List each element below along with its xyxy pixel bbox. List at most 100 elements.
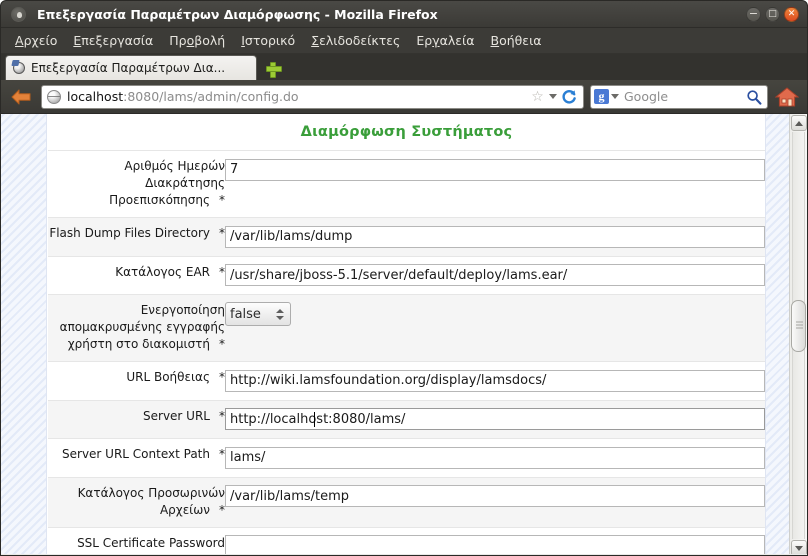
title-bar: Επεξεργασία Παραμέτρων Διαμόρφωσης - Moz…	[1, 1, 807, 28]
input-wrapper	[225, 446, 765, 469]
search-bar[interactable]: g Google	[590, 84, 768, 109]
preview-retention-days-input[interactable]	[225, 158, 765, 181]
menu-item-history[interactable]: Ιστορικό	[233, 31, 303, 50]
tab-label: Επεξεργασία Παραμέτρων Δια...	[31, 61, 226, 75]
menu-bar: Αρχείο Επεξεργασία Προβολή Ιστορικό Σελι…	[1, 28, 807, 54]
required-marker: *	[219, 226, 225, 240]
tab-active[interactable]: Επεξεργασία Παραμέτρων Δια...	[5, 55, 257, 80]
label-text: Ενεργοποίηση απομακρυσμένης εγγραφής χρή…	[59, 303, 225, 351]
required-marker: *	[219, 447, 225, 461]
menu-label-suffix: οήθεια	[499, 33, 542, 48]
page-right-stripe	[765, 114, 789, 555]
label-text: Αριθμός Ημερών Διακράτησης Προεπισκόπηση…	[109, 159, 225, 207]
required-marker: *	[219, 193, 225, 207]
label-text: URL Βοήθειας	[126, 370, 210, 384]
menu-item-help[interactable]: Βοήθεια	[483, 31, 550, 50]
required-marker: *	[219, 370, 225, 384]
scroll-up-button[interactable]	[791, 115, 807, 131]
home-icon	[775, 86, 799, 106]
vertical-scrollbar[interactable]	[789, 114, 807, 555]
home-button[interactable]	[773, 86, 801, 108]
menu-label-suffix: αλεία	[439, 33, 475, 48]
minimize-icon: −	[748, 7, 759, 20]
form-row: SSL Certificate Password	[48, 527, 765, 555]
url-dropdown-icon[interactable]	[546, 94, 559, 99]
form-row: Flash Dump Files Directory *	[48, 217, 765, 257]
form-row: Server URL *	[48, 400, 765, 439]
ear-directory-input[interactable]	[225, 264, 765, 286]
navigation-toolbar: localhost:8080/lams/admin/config.do ☆ g …	[1, 80, 807, 114]
minimize-button[interactable]: −	[746, 7, 761, 22]
form-row-label: Αριθμός Ημερών Διακράτησης Προεπισκόπηση…	[48, 151, 225, 218]
close-icon: ✕	[787, 9, 796, 19]
scrollbar-thumb[interactable]	[791, 300, 806, 352]
form-row-field	[225, 151, 765, 218]
label-text: Κατάλογος EAR	[115, 264, 210, 279]
menu-label-accel: Σ	[311, 33, 320, 48]
page-viewport: Διαμόρφωση Συστήματος Αριθμός Ημερών Δια…	[1, 114, 807, 555]
required-marker: *	[219, 408, 225, 423]
menu-item-edit[interactable]: Επεξεργασία	[65, 31, 161, 50]
close-button[interactable]: ✕	[784, 7, 799, 22]
input-wrapper	[225, 264, 765, 286]
form-row-field	[225, 256, 765, 295]
form-row-label: Server URL Context Path *	[48, 439, 225, 478]
ssl-certificate-password-input[interactable]	[225, 535, 765, 555]
url-host: localhost	[67, 89, 124, 104]
menu-label-prefix: Ερ	[416, 33, 433, 48]
search-engine-dropdown-icon[interactable]	[609, 94, 621, 99]
reload-icon[interactable]	[559, 89, 579, 105]
text-caret	[314, 411, 315, 427]
menu-item-bookmarks[interactable]: Σελιδοδείκτες	[303, 31, 408, 50]
flash-dump-files-directory-input[interactable]	[225, 225, 765, 248]
form-row: Αριθμός Ημερών Διακράτησης Προεπισκόπηση…	[48, 150, 765, 218]
page-left-stripe	[1, 114, 47, 555]
plus-icon	[266, 61, 282, 78]
search-input[interactable]: Google	[621, 89, 744, 104]
required-marker: *	[219, 502, 225, 517]
back-arrow-icon	[11, 89, 31, 104]
url-path: :8080/lams/admin/config.do	[123, 89, 299, 104]
url-bar[interactable]: localhost:8080/lams/admin/config.do ☆	[41, 84, 584, 109]
required-marker: *	[219, 337, 225, 351]
input-wrapper	[225, 158, 765, 181]
maximize-button[interactable]: □	[765, 7, 780, 22]
label-text: Κατάλογος Προσωρινών Αρχείων	[77, 485, 225, 517]
menu-label-accel: γ	[432, 33, 440, 48]
form-row-field	[225, 362, 765, 401]
enable-remote-user-registration-select[interactable]: falsetrue	[225, 302, 291, 326]
menu-item-file[interactable]: Αρχείο	[7, 31, 65, 50]
form-row-field	[225, 477, 765, 527]
help-url-input[interactable]	[225, 369, 765, 392]
window-title: Επεξεργασία Παραμέτρων Διαμόρφωσης - Moz…	[37, 7, 438, 22]
menu-item-view[interactable]: Προβολή	[161, 31, 233, 50]
chevron-down-icon	[795, 545, 803, 551]
bookmark-star-icon[interactable]: ☆	[529, 90, 546, 104]
form-row: Server URL Context Path *	[48, 438, 765, 478]
menu-label-suffix: βολή	[194, 33, 226, 48]
form-row: Κατάλογος EAR *	[48, 256, 765, 295]
menu-item-tools[interactable]: Εργαλεία	[408, 31, 482, 50]
input-wrapper	[225, 408, 765, 430]
input-wrapper	[225, 225, 765, 248]
tab-bar: Επεξεργασία Παραμέτρων Δια...	[1, 54, 807, 80]
form-row-field	[225, 527, 765, 555]
chevron-up-icon	[795, 120, 803, 126]
form-row-label: URL Βοήθειας *	[48, 362, 225, 401]
input-wrapper	[225, 485, 765, 507]
required-marker: *	[219, 264, 225, 279]
server-url-input[interactable]	[225, 408, 765, 430]
maximize-icon: □	[768, 9, 777, 19]
label-text: Server URL Context Path	[62, 447, 210, 461]
select-wrapper: falsetrue	[225, 302, 291, 326]
back-button[interactable]	[7, 84, 35, 110]
new-tab-button[interactable]	[260, 57, 286, 80]
page-title: Διαμόρφωση Συστήματος	[300, 124, 513, 140]
temp-files-directory-input[interactable]	[225, 485, 765, 507]
server-url-context-path-input[interactable]	[225, 446, 765, 469]
menu-label-accel: Β	[490, 33, 500, 48]
search-icon[interactable]	[744, 89, 764, 105]
config-form-table: Αριθμός Ημερών Διακράτησης Προεπισκόπηση…	[48, 150, 765, 555]
form-row-label: Flash Dump Files Directory *	[48, 218, 225, 257]
menu-label-accel: Α	[15, 33, 24, 48]
